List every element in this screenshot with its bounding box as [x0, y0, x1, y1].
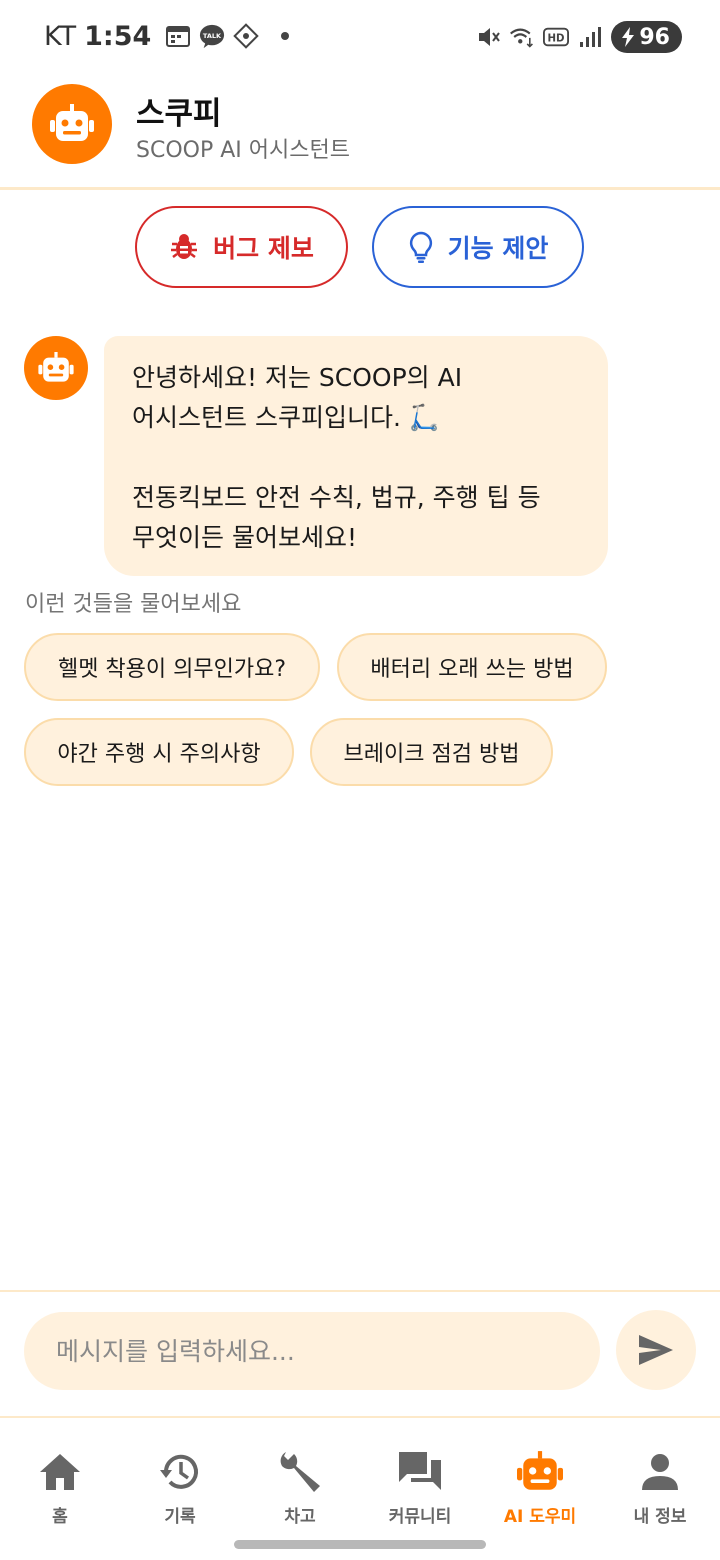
message-line: 무엇이든 물어보세요! [132, 523, 357, 552]
home-indicator[interactable] [234, 1540, 486, 1549]
wifi-icon [509, 24, 535, 50]
nav-label: 커뮤니티 [388, 1507, 452, 1527]
suggestion-chip[interactable]: 헬멧 착용이 의무인가요? [24, 633, 320, 701]
nav-label: 기록 [164, 1507, 196, 1527]
svg-text:HD: HD [548, 34, 565, 45]
nav-item-community[interactable]: 커뮤니티 [360, 1448, 480, 1528]
nav-item-home[interactable]: 홈 [0, 1448, 120, 1528]
notification-dot [281, 32, 290, 40]
bottom-navigation: 홈 기록 차고 커뮤니티 AI 도우미 내 정보 [0, 1420, 720, 1560]
calendar-icon [165, 23, 191, 49]
assistant-message-bubble: 안녕하세요! 저는 SCOOP의 AI 어시스턴트 스쿠피입니다. 🛴 전동킥보… [104, 336, 608, 576]
lightbulb-icon [409, 231, 432, 263]
send-icon [639, 1335, 673, 1365]
robot-icon [516, 1448, 564, 1496]
assistant-name: 스쿠피 [136, 96, 222, 132]
message-line: 안녕하세요! 저는 SCOOP의 AI [132, 363, 463, 392]
svg-text:TALK: TALK [203, 32, 222, 40]
charging-icon [622, 27, 635, 47]
talk-icon: TALK [199, 23, 225, 49]
bug-icon [171, 234, 198, 259]
suggestion-chip[interactable]: 야간 주행 시 주의사항 [24, 718, 294, 786]
person-icon [636, 1448, 684, 1496]
status-bar: KT 1:54 TALK HD 96 [0, 0, 720, 72]
app-icon [233, 23, 260, 49]
nav-label: 차고 [284, 1507, 316, 1527]
nav-item-ai-assistant[interactable]: AI 도우미 [480, 1448, 600, 1528]
nav-label: 내 정보 [633, 1507, 687, 1527]
send-button[interactable] [616, 1310, 696, 1390]
assistant-subtitle: SCOOP AI 어시스턴트 [136, 138, 350, 163]
message-composer [0, 1290, 720, 1418]
battery-indicator: 96 [611, 21, 682, 53]
feedback-actions: 버그 제보 기능 제안 [0, 206, 720, 288]
robot-icon [38, 352, 74, 382]
robot-icon [50, 104, 94, 141]
carrier-label: KT [44, 20, 77, 52]
battery-level: 96 [639, 24, 670, 50]
clock: 1:54 [84, 20, 152, 52]
bug-report-button[interactable]: 버그 제보 [135, 206, 348, 288]
nav-item-garage[interactable]: 차고 [240, 1448, 360, 1528]
wrench-icon [276, 1448, 324, 1496]
nav-label: 홈 [52, 1507, 68, 1527]
message-line: 어시스턴트 스쿠피입니다. 🛴 [132, 403, 440, 432]
suggestions-label: 이런 것들을 물어보세요 [25, 592, 242, 617]
assistant-avatar [32, 84, 112, 164]
mute-icon [475, 24, 501, 50]
nav-item-profile[interactable]: 내 정보 [600, 1448, 720, 1528]
message-input[interactable] [24, 1312, 600, 1390]
chat-header: 스쿠피 SCOOP AI 어시스턴트 [0, 72, 720, 190]
nav-label: AI 도우미 [503, 1507, 577, 1527]
signal-icon [577, 24, 603, 50]
hd-icon: HD [543, 24, 570, 50]
message-line [132, 438, 584, 478]
message-avatar [24, 336, 88, 400]
bug-report-label: 버그 제보 [213, 234, 314, 263]
message-line: 전동킥보드 안전 수칙, 법규, 주행 팁 등 [132, 483, 541, 512]
feature-suggest-button[interactable]: 기능 제안 [372, 206, 584, 288]
home-icon [36, 1448, 84, 1496]
history-icon [156, 1448, 204, 1496]
suggestion-chip[interactable]: 브레이크 점검 방법 [310, 718, 553, 786]
forum-icon [396, 1448, 444, 1496]
nav-item-history[interactable]: 기록 [120, 1448, 240, 1528]
suggestion-chip[interactable]: 배터리 오래 쓰는 방법 [337, 633, 607, 701]
feature-suggest-label: 기능 제안 [447, 234, 549, 263]
